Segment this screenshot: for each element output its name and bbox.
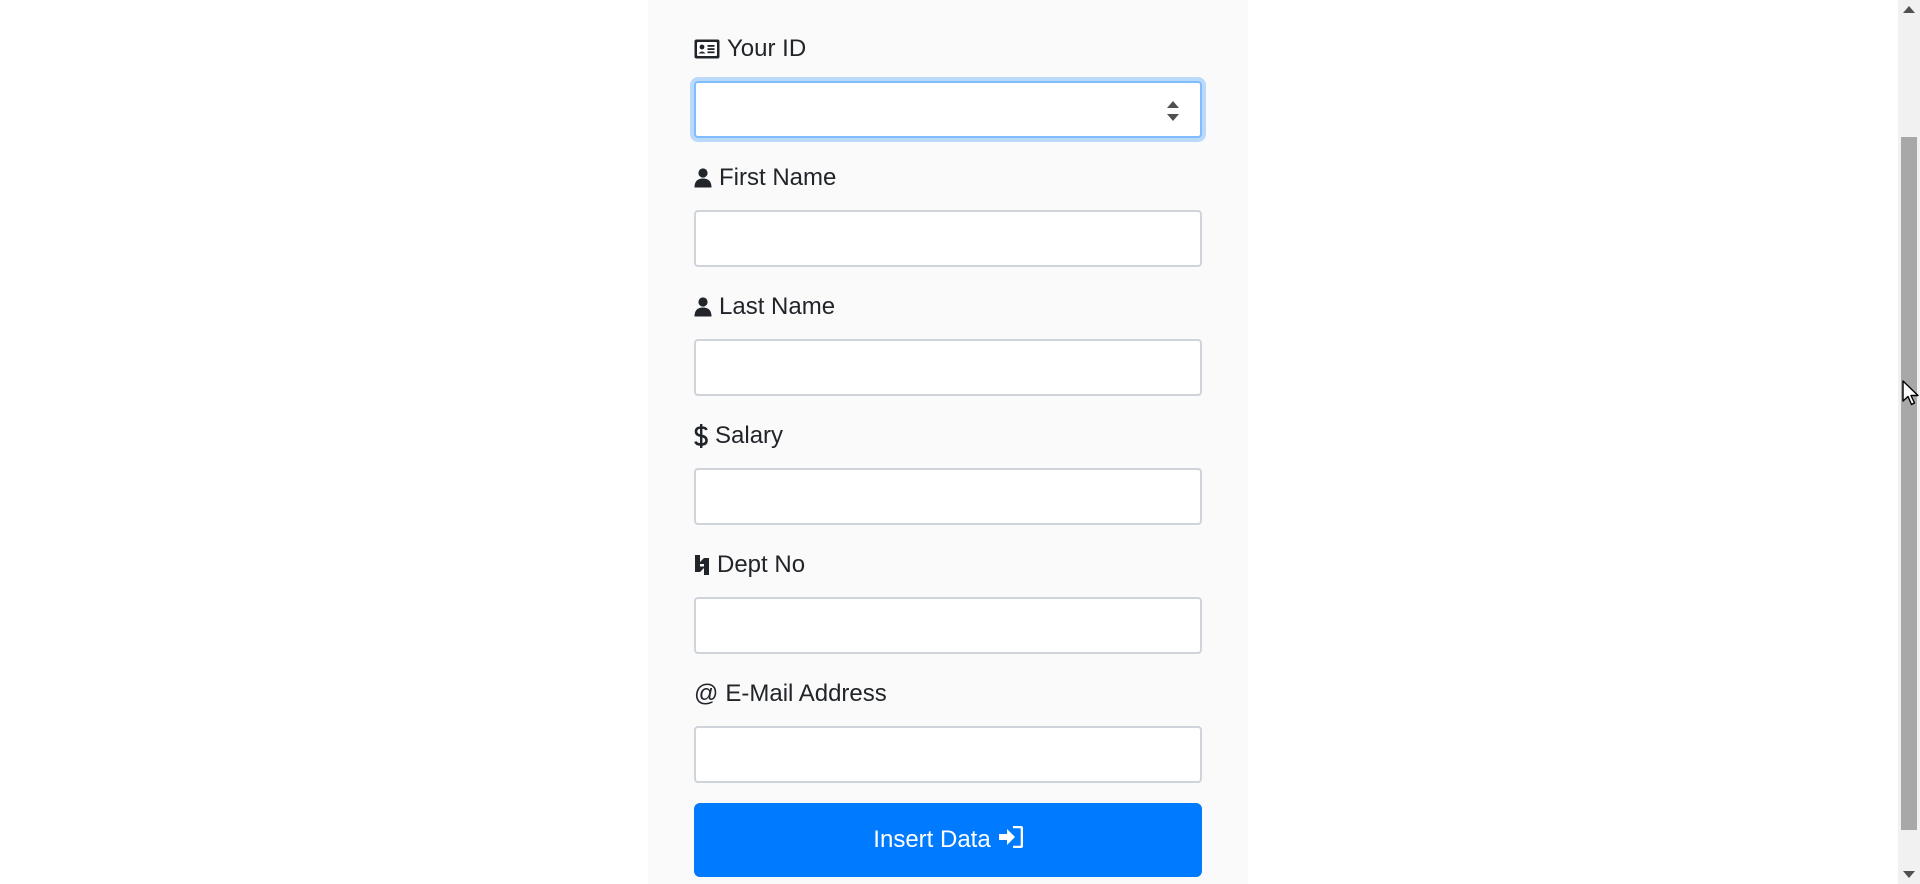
- mouse-cursor-icon: [1902, 380, 1920, 411]
- insert-data-button[interactable]: Insert Data: [694, 803, 1202, 877]
- field-group-email: @ E-Mail Address: [694, 679, 1202, 783]
- field-group-first-name: First Name: [694, 163, 1202, 267]
- field-group-dept-no: Dept No: [694, 550, 1202, 654]
- department-icon: [694, 554, 710, 576]
- field-group-salary: Salary: [694, 421, 1202, 525]
- page-viewport: Your ID First Name Last Name Salary Dept…: [0, 0, 1920, 884]
- at-icon: @: [694, 680, 719, 707]
- id-input[interactable]: [694, 81, 1202, 138]
- spinner-up-icon[interactable]: [1167, 101, 1179, 108]
- last-name-input[interactable]: [694, 339, 1202, 396]
- vertical-scrollbar[interactable]: [1898, 0, 1920, 884]
- dollar-icon: [694, 424, 708, 448]
- dept-no-input[interactable]: [694, 597, 1202, 654]
- scroll-down-arrow-icon[interactable]: [1903, 871, 1915, 878]
- spinner-down-icon[interactable]: [1167, 114, 1179, 121]
- scrollbar-thumb[interactable]: [1901, 137, 1917, 830]
- insert-data-button-label: Insert Data: [873, 826, 991, 853]
- field-label-first-name: First Name: [694, 163, 1202, 193]
- first-name-input[interactable]: [694, 210, 1202, 267]
- field-label-email: @ E-Mail Address: [694, 680, 887, 707]
- field-label-dept-no: Dept No: [694, 550, 1202, 580]
- field-label-salary: Salary: [694, 421, 1202, 451]
- user-icon: [694, 297, 712, 317]
- field-label-last-name: Last Name: [694, 292, 1202, 322]
- salary-input[interactable]: [694, 468, 1202, 525]
- scroll-up-arrow-icon[interactable]: [1903, 6, 1915, 13]
- user-icon: [694, 168, 712, 188]
- id-number-spinner[interactable]: [1162, 94, 1184, 128]
- id-card-icon: [694, 39, 720, 59]
- field-group-last-name: Last Name: [694, 292, 1202, 396]
- field-label-id: Your ID: [694, 34, 1202, 64]
- field-group-id: Your ID: [694, 34, 1202, 138]
- email-input[interactable]: [694, 726, 1202, 783]
- sign-in-icon: [998, 825, 1023, 855]
